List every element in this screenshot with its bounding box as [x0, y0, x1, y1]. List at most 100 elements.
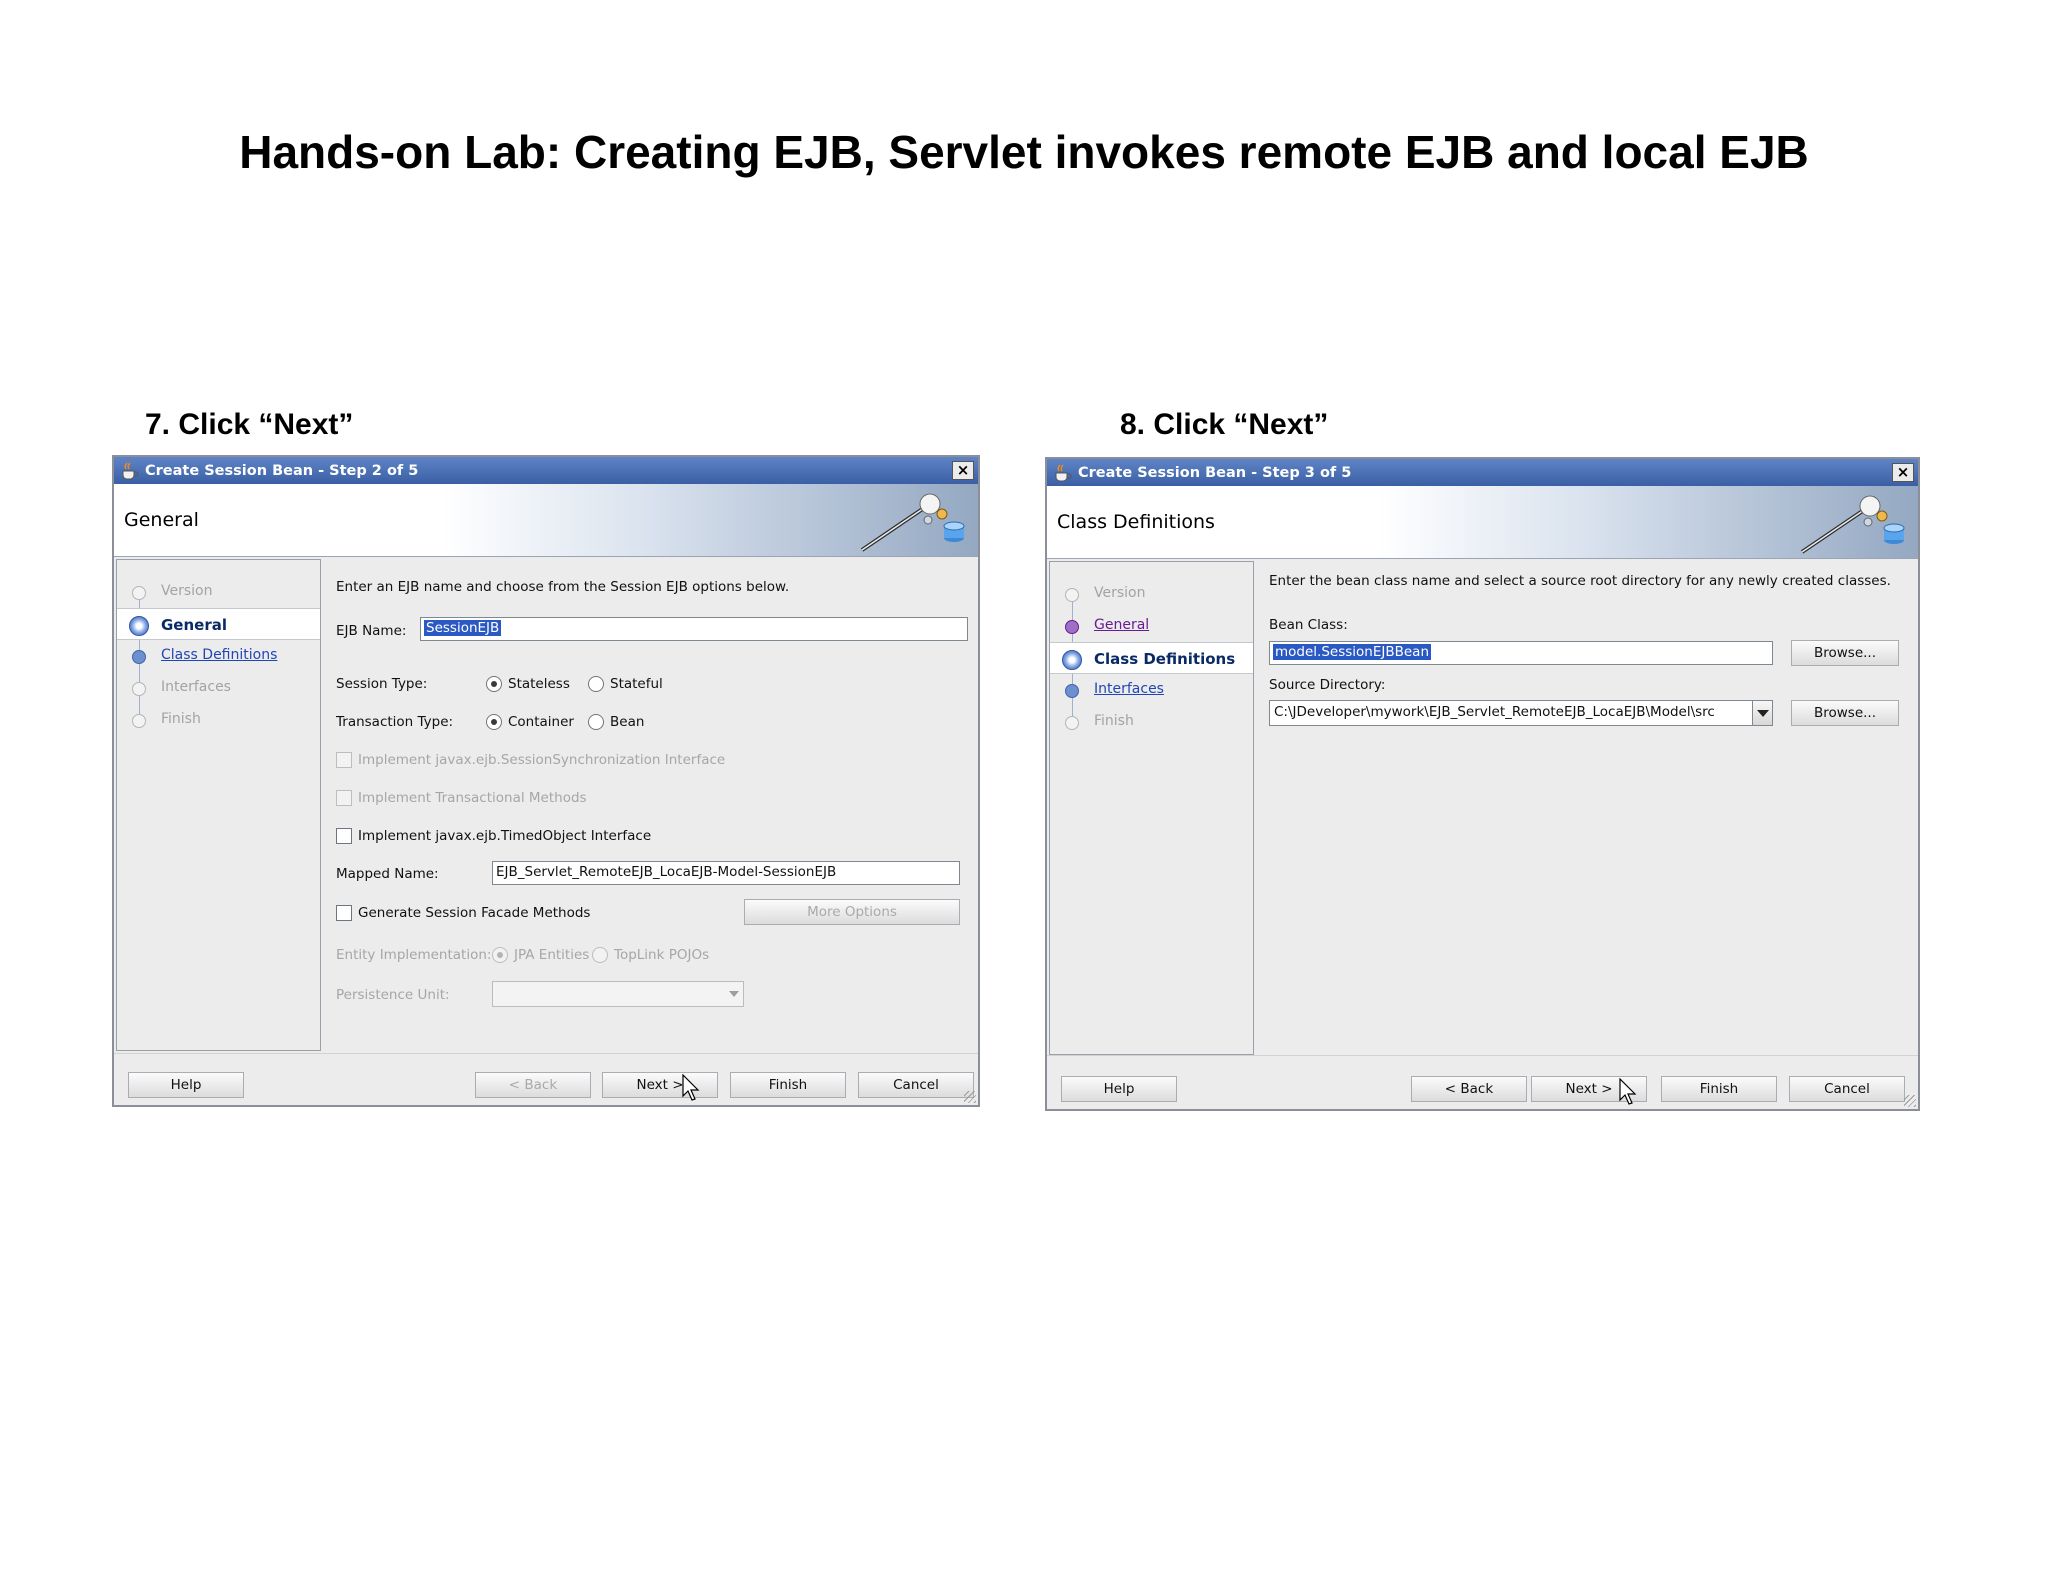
step-state-icon	[132, 650, 146, 664]
nav-step-finish: Finish	[1050, 706, 1253, 738]
session-sync-label: Implement javax.ejb.SessionSynchronizati…	[358, 752, 726, 768]
coffee-cup-icon	[1055, 463, 1072, 481]
wizard-banner-art	[860, 493, 965, 552]
help-button[interactable]: Help	[1061, 1076, 1177, 1102]
nav-step-interfaces: Interfaces	[117, 672, 320, 704]
resize-grip[interactable]	[1904, 1095, 1916, 1107]
bean-label[interactable]: Bean	[610, 714, 644, 730]
toplink-pojos-label: TopLink POJOs	[614, 947, 710, 963]
jpa-entities-radio	[492, 947, 508, 963]
nav-step-general[interactable]: General	[117, 608, 320, 640]
toplink-pojos-radio	[592, 947, 608, 963]
nav-step-class-definitions[interactable]: Class Definitions	[1050, 642, 1253, 674]
entity-implementation-label: Entity Implementation:	[336, 947, 492, 963]
close-icon[interactable]: ×	[952, 461, 974, 480]
intro-text: Enter an EJB name and choose from the Se…	[336, 579, 790, 595]
create-session-bean-dialog-step-3: Create Session Bean - Step 3 of 5 × Clas…	[1045, 457, 1920, 1111]
nav-step-label: General	[161, 616, 227, 634]
dropdown-arrow-icon	[729, 991, 739, 997]
stateful-label[interactable]: Stateful	[610, 676, 663, 692]
coffee-cup-icon	[122, 461, 139, 479]
wizard-banner: Class Definitions	[1047, 486, 1918, 559]
step-state-icon	[1065, 716, 1079, 730]
stateful-radio[interactable]	[588, 676, 604, 692]
nav-step-finish: Finish	[117, 704, 320, 736]
session-facade-checkbox[interactable]	[336, 905, 352, 921]
dialog-titlebar[interactable]: Create Session Bean - Step 3 of 5 ×	[1047, 459, 1918, 486]
dropdown-arrow-icon[interactable]	[1752, 701, 1772, 725]
nav-step-label: Finish	[1094, 713, 1134, 729]
finish-button[interactable]: Finish	[1661, 1076, 1777, 1102]
persistence-unit-label: Persistence Unit:	[336, 987, 450, 1003]
step-7-label: 7. Click “Next”	[145, 408, 354, 441]
container-label[interactable]: Container	[508, 714, 574, 730]
mouse-cursor-icon	[1619, 1078, 1637, 1105]
stateless-radio[interactable]	[486, 676, 502, 692]
wizard-content: Enter the bean class name and select a s…	[1257, 561, 1916, 1053]
transaction-type-label: Transaction Type:	[336, 714, 454, 730]
wizard-content: Enter an EJB name and choose from the Se…	[324, 559, 976, 1051]
nav-step-class-definitions[interactable]: Class Definitions	[117, 640, 320, 672]
back-button[interactable]: < Back	[1411, 1076, 1527, 1102]
resize-grip[interactable]	[964, 1091, 976, 1103]
container-radio[interactable]	[486, 714, 502, 730]
wizard-step-nav: Version General Class Definitions Interf…	[1049, 561, 1254, 1055]
step-state-icon	[132, 714, 146, 728]
wizard-page-heading: Class Definitions	[1057, 511, 1215, 533]
finish-button[interactable]: Finish	[730, 1072, 846, 1098]
timed-object-label[interactable]: Implement javax.ejb.TimedObject Interfac…	[358, 828, 651, 844]
wizard-banner: General	[114, 484, 978, 557]
current-step-icon	[129, 616, 149, 636]
mapped-name-input[interactable]: EJB_Servlet_RemoteEJB_LocaEJB-Model-Sess…	[492, 861, 960, 885]
stateless-label[interactable]: Stateless	[508, 676, 570, 692]
more-options-button: More Options	[744, 899, 960, 925]
create-session-bean-dialog-step-2: Create Session Bean - Step 2 of 5 × Gene…	[112, 455, 980, 1107]
jpa-entities-label: JPA Entities	[514, 947, 590, 963]
step-8-label: 8. Click “Next”	[1120, 408, 1329, 441]
dialog-titlebar[interactable]: Create Session Bean - Step 2 of 5 ×	[114, 457, 978, 484]
wizard-step-nav: Version General Class Definitions Interf…	[116, 559, 321, 1051]
nav-step-label: General	[1094, 617, 1150, 633]
step-state-icon	[1065, 684, 1079, 698]
session-facade-label[interactable]: Generate Session Facade Methods	[358, 905, 590, 921]
step-state-icon	[1065, 620, 1079, 634]
bean-class-value: model.SessionEJBBean	[1273, 644, 1432, 660]
nav-step-interfaces[interactable]: Interfaces	[1050, 674, 1253, 706]
cancel-button[interactable]: Cancel	[1789, 1076, 1905, 1102]
nav-step-version: Version	[1050, 578, 1253, 610]
browse-source-directory-button[interactable]: Browse...	[1791, 700, 1899, 726]
bean-class-input[interactable]: model.SessionEJBBean	[1269, 641, 1773, 665]
step-state-icon	[132, 586, 146, 600]
timed-object-checkbox[interactable]	[336, 828, 352, 844]
nav-step-general[interactable]: General	[1050, 610, 1253, 642]
nav-step-label: Class Definitions	[161, 647, 278, 663]
nav-step-version: Version	[117, 576, 320, 608]
wizard-banner-art	[1800, 495, 1905, 554]
ejb-name-value: SessionEJB	[424, 620, 502, 636]
browse-bean-class-button[interactable]: Browse...	[1791, 640, 1899, 666]
wizard-page-heading: General	[124, 509, 199, 531]
ejb-name-label: EJB Name:	[336, 623, 407, 639]
ejb-name-input[interactable]: SessionEJB	[420, 617, 968, 641]
nav-step-label: Interfaces	[1094, 681, 1164, 697]
session-type-label: Session Type:	[336, 676, 428, 692]
mapped-name-label: Mapped Name:	[336, 866, 439, 882]
nav-step-label: Interfaces	[161, 679, 231, 695]
close-icon[interactable]: ×	[1892, 463, 1914, 482]
nav-step-label: Finish	[161, 711, 201, 727]
intro-text: Enter the bean class name and select a s…	[1269, 573, 1891, 589]
step-state-icon	[132, 682, 146, 696]
persistence-unit-select	[492, 981, 744, 1007]
current-step-icon	[1062, 650, 1082, 670]
help-button[interactable]: Help	[128, 1072, 244, 1098]
source-directory-value: C:\JDeveloper\mywork\EJB_Servlet_RemoteE…	[1274, 704, 1715, 720]
nav-step-label: Version	[1094, 585, 1146, 601]
step-state-icon	[1065, 588, 1079, 602]
bean-radio[interactable]	[588, 714, 604, 730]
bean-class-label: Bean Class:	[1269, 617, 1348, 633]
transactional-methods-label: Implement Transactional Methods	[358, 790, 587, 806]
cancel-button[interactable]: Cancel	[858, 1072, 974, 1098]
dialog-title: Create Session Bean - Step 2 of 5	[145, 462, 419, 479]
session-sync-checkbox	[336, 752, 352, 768]
source-directory-select[interactable]: C:\JDeveloper\mywork\EJB_Servlet_RemoteE…	[1269, 700, 1773, 726]
